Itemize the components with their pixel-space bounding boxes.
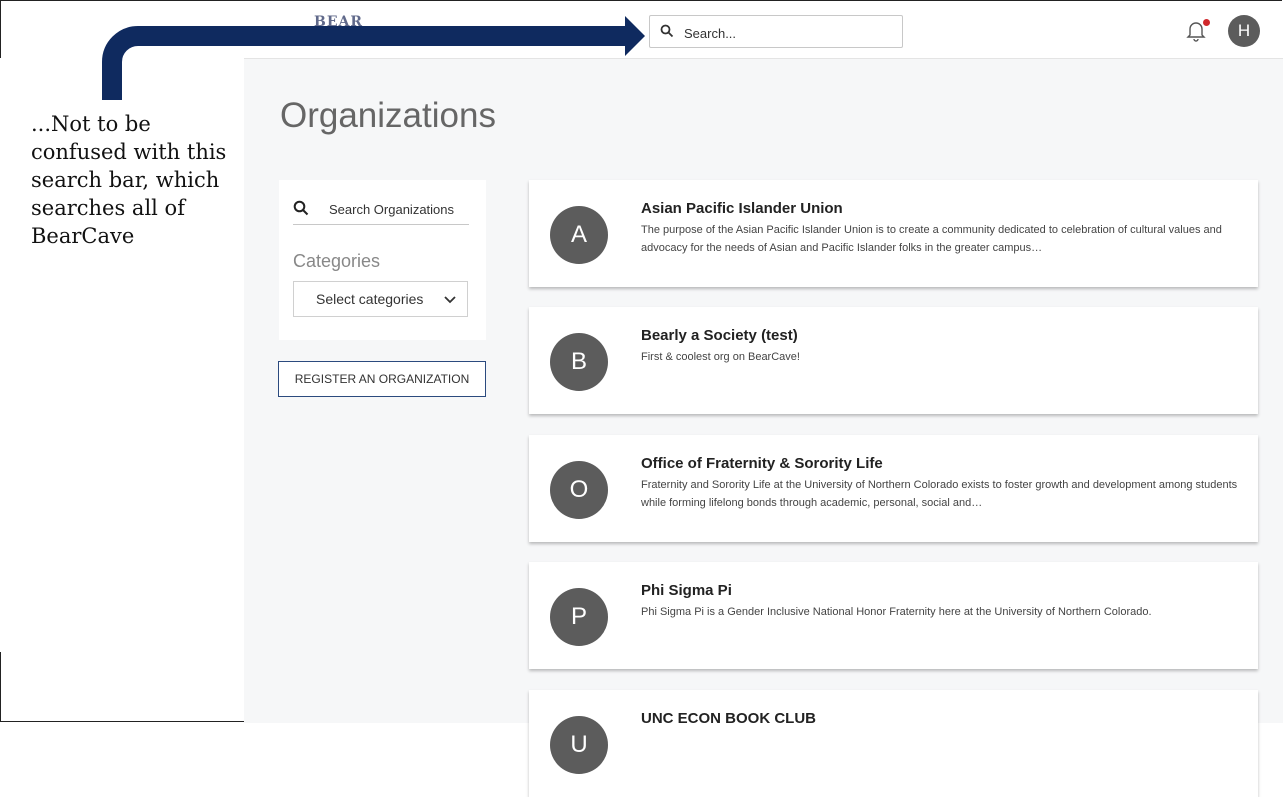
org-name[interactable]: Bearly a Society (test) (641, 327, 798, 344)
org-name[interactable]: UNC ECON BOOK CLUB (641, 710, 816, 727)
global-search-bar[interactable] (649, 15, 903, 48)
chevron-down-icon (444, 296, 456, 304)
org-avatar: A (550, 206, 608, 264)
org-description: First & coolest org on BearCave! (641, 351, 800, 363)
search-icon (293, 200, 309, 216)
org-card-fraternity-sorority-life[interactable]: O Office of Fraternity & Sorority Life F… (529, 435, 1258, 542)
org-card-bearly-a-society[interactable]: B Bearly a Society (test) First & cooles… (529, 307, 1258, 414)
page-title: Organizations (280, 96, 496, 135)
org-name[interactable]: Phi Sigma Pi (641, 582, 732, 599)
annotation-arrow (102, 16, 645, 100)
user-avatar[interactable]: H (1228, 15, 1260, 47)
search-icon (660, 24, 674, 38)
categories-label: Categories (293, 251, 381, 271)
org-card-asian-pacific-islander-union[interactable]: A Asian Pacific Islander Union The purpo… (529, 180, 1258, 287)
org-avatar: O (550, 461, 608, 519)
org-card-phi-sigma-pi[interactable]: P Phi Sigma Pi Phi Sigma Pi is a Gender … (529, 562, 1258, 669)
org-avatar: B (550, 333, 608, 391)
org-name[interactable]: Asian Pacific Islander Union (641, 200, 843, 217)
categories-select-label: Select categories (316, 291, 424, 307)
annotation-text: ...Not to be confused with this search b… (31, 112, 227, 248)
register-organization-button[interactable]: REGISTER AN ORGANIZATION (278, 361, 486, 397)
organization-search-input[interactable] (327, 196, 473, 222)
org-avatar: U (550, 716, 608, 774)
org-description: Phi Sigma Pi is a Gender Inclusive Natio… (641, 606, 1152, 618)
org-description: Fraternity and Sorority Life at the Univ… (641, 479, 1238, 509)
org-avatar: P (550, 588, 608, 646)
org-card-unc-econ-book-club[interactable]: U UNC ECON BOOK CLUB (529, 690, 1258, 797)
notification-dot (1203, 19, 1210, 26)
org-name[interactable]: Office of Fraternity & Sorority Life (641, 455, 883, 472)
categories-select[interactable]: Select categories (293, 281, 468, 317)
organization-search[interactable] (293, 194, 473, 225)
global-search-input[interactable] (682, 22, 896, 44)
org-description: The purpose of the Asian Pacific Islande… (641, 224, 1222, 254)
